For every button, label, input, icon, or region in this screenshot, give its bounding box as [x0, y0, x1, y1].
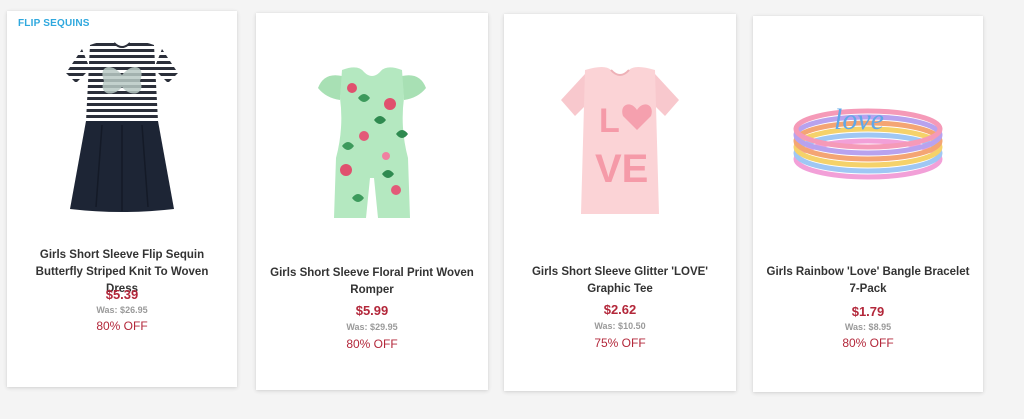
discount-label: 80% OFF [96, 319, 148, 333]
floral-romper-icon [318, 67, 426, 218]
sale-price: $5.99 [355, 303, 389, 318]
was-price: Was: $29.95 [346, 322, 398, 332]
was-price: Was: $8.95 [844, 322, 892, 332]
discount-label: 80% OFF [346, 337, 398, 351]
product-card[interactable]: FLIP SEQUINS Girls Short Sleeve Flip Seq… [7, 11, 237, 387]
product-name[interactable]: Girls Short Sleeve Glitter 'LOVE' Graphi… [516, 264, 724, 298]
bangle-bracelets-icon: love [793, 103, 943, 180]
striped-dress-icon [66, 41, 178, 212]
love-tee-icon: L VE [561, 67, 679, 214]
svg-text:L: L [599, 102, 620, 140]
was-price: Was: $26.95 [96, 305, 148, 315]
product-image[interactable] [256, 53, 488, 233]
svg-text:love: love [834, 103, 884, 136]
product-image[interactable] [7, 37, 237, 217]
svg-text:VE: VE [595, 147, 648, 191]
product-name[interactable]: Girls Short Sleeve Floral Print Woven Ro… [268, 265, 476, 299]
product-image[interactable]: love [753, 96, 983, 196]
sale-price: $2.62 [603, 302, 637, 317]
discount-label: 75% OFF [594, 336, 646, 350]
sale-price: $1.79 [851, 304, 885, 319]
product-name[interactable]: Girls Rainbow 'Love' Bangle Bracelet 7-P… [765, 264, 971, 298]
product-card[interactable]: L VE Girls Short Sleeve Glitter 'LOVE' G… [504, 14, 736, 391]
was-price: Was: $10.50 [594, 321, 646, 331]
product-card[interactable]: love Girls Rainbow 'Love' Bangle Bracele… [753, 16, 983, 392]
product-card[interactable]: Girls Short Sleeve Floral Print Woven Ro… [256, 13, 488, 390]
product-image[interactable]: L VE [504, 50, 736, 230]
product-badge: FLIP SEQUINS [18, 18, 90, 29]
discount-label: 80% OFF [842, 336, 894, 350]
sale-price: $5.39 [105, 287, 139, 302]
